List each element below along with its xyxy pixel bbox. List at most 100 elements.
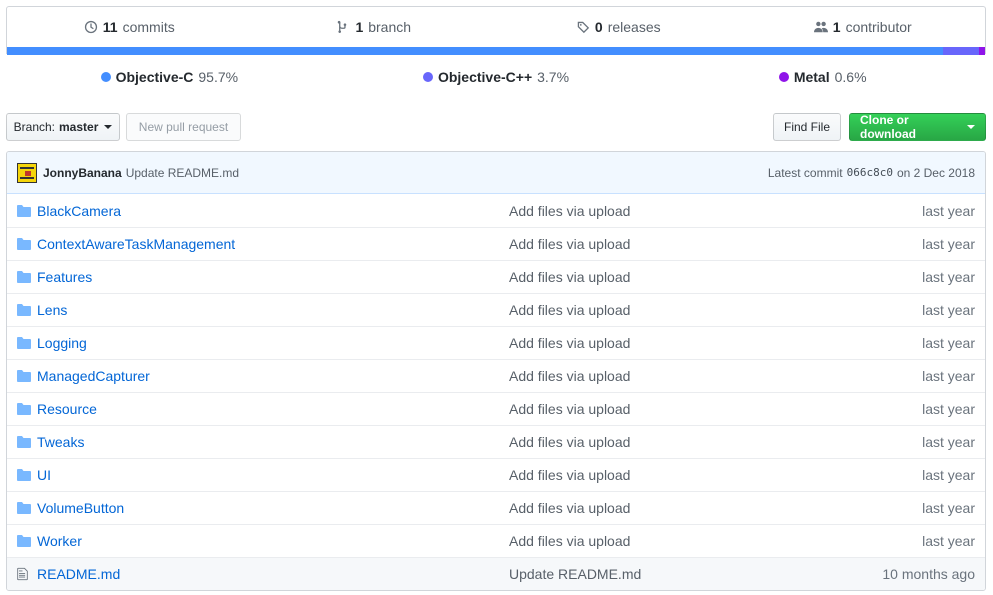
table-row: Lens Add files via upload last year (7, 293, 985, 326)
file-name-link[interactable]: Features (37, 269, 509, 285)
language-name: Metal (793, 69, 830, 85)
releases-label: releases (607, 19, 661, 35)
clone-download-button[interactable]: Clone or download (849, 113, 986, 141)
file-commit-message[interactable]: Add files via upload (509, 302, 922, 318)
releases-link[interactable]: 0 releases (496, 19, 741, 35)
file-age: last year (922, 302, 975, 318)
table-row: UI Add files via upload last year (7, 458, 985, 491)
branch-select-button[interactable]: Branch: master (6, 113, 120, 141)
repo-summary: 11 commits 1 branch 0 releases 1 contrib… (6, 6, 986, 55)
new-pull-request-button[interactable]: New pull request (126, 113, 241, 141)
folder-icon (17, 269, 33, 285)
language-metal[interactable]: Metal 0.6% (659, 69, 986, 85)
file-name-link[interactable]: Logging (37, 335, 509, 351)
file-name-link[interactable]: Resource (37, 401, 509, 417)
folder-icon (17, 500, 33, 516)
file-age: last year (922, 434, 975, 450)
file-name-link[interactable]: VolumeButton (37, 500, 509, 516)
file-name-link[interactable]: README.md (37, 566, 509, 582)
file-name-link[interactable]: Lens (37, 302, 509, 318)
file-name-link[interactable]: Tweaks (37, 434, 509, 450)
language-legend: Objective-C 95.7% Objective-C++ 3.7% Met… (6, 62, 986, 92)
folder-icon (17, 203, 33, 219)
file-name-link[interactable]: BlackCamera (37, 203, 509, 219)
file-name-link[interactable]: UI (37, 467, 509, 483)
people-icon (813, 21, 828, 33)
find-file-button[interactable]: Find File (773, 113, 841, 141)
file-commit-message[interactable]: Add files via upload (509, 335, 922, 351)
file-commit-message[interactable]: Add files via upload (509, 500, 922, 516)
chevron-down-icon (104, 125, 113, 129)
language-percent: 95.7% (198, 69, 239, 85)
branch-select-value: master (59, 120, 99, 134)
table-row: VolumeButton Add files via upload last yea… (7, 491, 985, 524)
commit-sha[interactable]: 066c8c0 (847, 166, 893, 179)
contributor-count: 1 (832, 19, 841, 35)
file-age: last year (922, 500, 975, 516)
tag-icon (577, 21, 590, 34)
file-age: last year (922, 269, 975, 285)
latest-commit-bar: JonnyBanana Update README.md Latest comm… (7, 152, 985, 194)
folder-icon (17, 467, 33, 483)
file-age: last year (922, 368, 975, 384)
file-age: last year (922, 236, 975, 252)
chevron-down-icon (967, 125, 975, 129)
commits-count: 11 (102, 19, 118, 35)
table-row: Worker Add files via upload last year (7, 524, 985, 557)
branch-link[interactable]: 1 branch (252, 19, 497, 35)
language-percent: 0.6% (834, 69, 867, 85)
find-file-label: Find File (784, 120, 831, 134)
file-name-link[interactable]: Worker (37, 533, 509, 549)
file-commit-message[interactable]: Add files via upload (509, 533, 922, 549)
file-name-link[interactable]: ManagedCapturer (37, 368, 509, 384)
language-bar[interactable] (7, 47, 985, 55)
file-age: 10 months ago (882, 566, 975, 582)
commit-message[interactable]: Update README.md (126, 166, 239, 180)
language-name: Objective-C (115, 69, 194, 85)
commits-label: commits (122, 19, 175, 35)
file-commit-message[interactable]: Add files via upload (509, 401, 922, 417)
latest-commit-label: Latest commit (767, 165, 843, 180)
table-row: BlackCamera Add files via upload last year (7, 194, 985, 227)
new-pull-request-label: New pull request (138, 120, 229, 134)
file-table: JonnyBanana Update README.md Latest comm… (6, 151, 986, 591)
file-commit-message[interactable]: Add files via upload (509, 269, 922, 285)
commits-link[interactable]: 11 commits (7, 19, 252, 35)
language-percent: 3.7% (537, 69, 570, 85)
file-commit-message[interactable]: Update README.md (509, 566, 882, 582)
folder-icon (17, 434, 33, 450)
table-row: Resource Add files via upload last year (7, 392, 985, 425)
folder-icon (17, 236, 33, 252)
file-commit-message[interactable]: Add files via upload (509, 203, 922, 219)
contributors-link[interactable]: 1 contributor (741, 19, 986, 35)
file-age: last year (922, 533, 975, 549)
file-age: last year (922, 202, 975, 219)
table-row: ManagedCapturer Add files via upload last … (7, 359, 985, 392)
file-commit-message[interactable]: Add files via upload (509, 236, 922, 252)
language-objective-c[interactable]: Objective-C 95.7% (6, 69, 333, 85)
folder-icon (17, 368, 33, 384)
branch-count: 1 (355, 19, 364, 35)
file-commit-message[interactable]: Add files via upload (509, 434, 922, 450)
latest-commit-info: Latest commit 066c8c0 on 2 Dec 2018 (768, 166, 975, 180)
language-objective-cpp[interactable]: Objective-C++ 3.7% (333, 69, 660, 85)
file-name-link[interactable]: ContextAwareTaskManagement (37, 236, 509, 252)
folder-icon (17, 302, 33, 318)
contributor-label: contributor (845, 19, 912, 35)
branch-icon (338, 20, 347, 33)
language-dot (100, 72, 111, 82)
file-age: last year (922, 467, 975, 483)
releases-count: 0 (594, 19, 603, 35)
branch-label: branch (368, 19, 412, 35)
language-bar-objective-c (7, 47, 943, 55)
file-age: last year (922, 335, 975, 351)
file-commit-message[interactable]: Add files via upload (509, 368, 922, 384)
avatar[interactable] (17, 162, 37, 183)
language-dot (422, 72, 433, 82)
file-list: BlackCamera Add files via upload last year… (7, 194, 985, 590)
language-bar-objective-cpp (942, 47, 980, 55)
commit-author[interactable]: JonnyBanana (43, 166, 122, 180)
branch-select-label: Branch: (13, 120, 55, 134)
file-age: last year (922, 401, 975, 417)
file-commit-message[interactable]: Add files via upload (509, 467, 922, 483)
